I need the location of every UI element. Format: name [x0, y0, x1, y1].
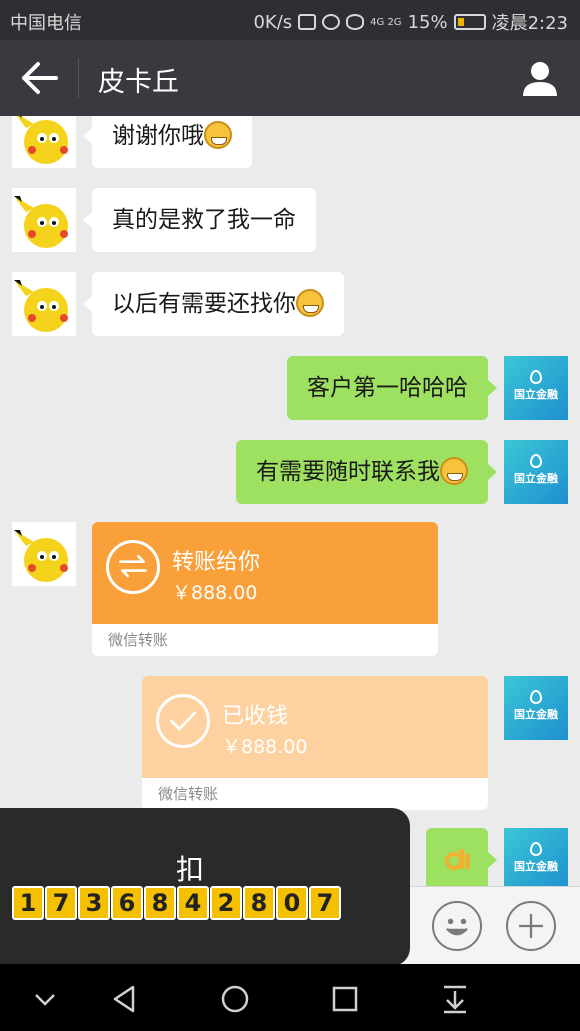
- network-speed: 0K/s: [253, 11, 293, 33]
- message-text: 谢谢你哦: [112, 123, 204, 149]
- digit: 3: [78, 886, 110, 920]
- profile-icon[interactable]: [520, 58, 560, 98]
- transfer-card-body: 已收钱 ￥888.00: [142, 676, 488, 778]
- grin-emoji-icon: [204, 121, 232, 149]
- navigation-bar: [0, 964, 580, 1031]
- transfer-card-body: 转账给你 ￥888.00: [92, 522, 438, 624]
- plus-button[interactable]: [506, 901, 556, 951]
- carrier-label: 中国电信: [10, 13, 82, 34]
- eye-icon: [346, 14, 365, 30]
- pikachu-avatar[interactable]: [12, 272, 76, 336]
- battery-icon: [453, 14, 486, 30]
- digit: 2: [210, 886, 242, 920]
- battery-percent: 15%: [407, 11, 448, 33]
- bank-logo-text: 国立金融: [514, 472, 558, 485]
- overlay-card: 扣 1 7 3 6 8 4 2 8 0 7: [0, 808, 410, 966]
- message-text: 以后有需要还找你: [112, 291, 296, 317]
- check-circle-icon: [156, 694, 210, 748]
- drop-icon: [530, 690, 542, 704]
- home-nav-icon[interactable]: [218, 982, 252, 1016]
- bank-avatar[interactable]: 国立金融: [504, 356, 568, 420]
- message-bubble[interactable]: 真的是救了我一命: [83, 188, 316, 252]
- digit: 7: [45, 886, 77, 920]
- back-arrow-icon[interactable]: [20, 60, 60, 96]
- drop-icon: [530, 842, 542, 856]
- message-bubble[interactable]: 以后有需要还找你: [83, 272, 344, 336]
- digit: 4: [177, 886, 209, 920]
- message-bubble-self[interactable]: 客户第一哈哈哈: [287, 356, 497, 420]
- transfer-title: 转账给你: [172, 550, 261, 575]
- digit-row: 1 7 3 6 8 4 2 8 0 7: [12, 886, 341, 920]
- back-nav-icon[interactable]: [108, 982, 142, 1016]
- transfer-received-card[interactable]: 已收钱 ￥888.00 微信转账: [142, 676, 488, 810]
- pikachu-avatar[interactable]: [12, 188, 76, 252]
- header-divider: [78, 58, 79, 98]
- alarm-icon: [322, 14, 341, 30]
- transfer-footer: 微信转账: [158, 785, 219, 803]
- chat-area[interactable]: 谢谢你哦 真的是救了我一命 以后有需要还找你 客户第一哈哈哈 国立金融 有需要随…: [0, 116, 580, 886]
- drop-icon: [530, 454, 542, 468]
- message-bubble-self[interactable]: [426, 828, 497, 886]
- transfer-amount: ￥888.00: [172, 582, 258, 604]
- recents-nav-icon[interactable]: [328, 982, 362, 1016]
- pikachu-avatar[interactable]: [12, 522, 76, 586]
- thinking-emoji-icon: [296, 289, 324, 317]
- message-text: 有需要随时联系我: [256, 459, 440, 485]
- message-bubble[interactable]: 谢谢你哦: [83, 116, 252, 168]
- bank-avatar[interactable]: 国立金融: [504, 440, 568, 504]
- network-type: 4G 2G: [370, 16, 402, 28]
- bank-logo-text: 国立金融: [514, 708, 558, 721]
- digit: 7: [309, 886, 341, 920]
- message-text: 客户第一哈哈哈: [307, 375, 468, 401]
- message-text: 真的是救了我一命: [112, 207, 296, 233]
- drop-icon: [530, 370, 542, 384]
- transfer-card[interactable]: 转账给你 ￥888.00 微信转账: [92, 522, 438, 656]
- chat-title: 皮卡丘: [98, 67, 179, 98]
- emoji-button[interactable]: [432, 901, 482, 951]
- transfer-amount: ￥888.00: [222, 736, 308, 758]
- digit: 8: [243, 886, 275, 920]
- digit: 0: [276, 886, 308, 920]
- clock: 凌晨2:23: [491, 13, 568, 34]
- bank-avatar[interactable]: 国立金融: [504, 828, 568, 886]
- transfer-arrows-icon: [106, 540, 160, 594]
- bank-logo-text: 国立金融: [514, 388, 558, 401]
- status-bar: 中国电信 0K/s 4G 2G 15% 凌晨2:23: [0, 0, 580, 40]
- digit: 6: [111, 886, 143, 920]
- notification-pull-icon[interactable]: [438, 982, 472, 1016]
- overlay-character: 扣: [176, 853, 205, 886]
- bank-logo-text: 国立金融: [514, 860, 558, 873]
- chat-header: 皮卡丘: [0, 40, 580, 116]
- ok-hand-emoji-icon: [445, 849, 470, 870]
- digit: 8: [144, 886, 176, 920]
- digit: 1: [12, 886, 44, 920]
- grin-emoji-icon: [440, 457, 468, 485]
- message-bubble-self[interactable]: 有需要随时联系我: [236, 440, 497, 504]
- status-right: 0K/s 4G 2G 15% 凌晨2:23: [253, 9, 568, 35]
- transfer-title: 已收钱: [222, 704, 289, 729]
- transfer-footer: 微信转账: [108, 631, 169, 649]
- bank-avatar[interactable]: 国立金融: [504, 676, 568, 740]
- hide-keyboard-icon[interactable]: [28, 982, 62, 1016]
- vibrate-icon: [298, 14, 317, 30]
- pikachu-avatar[interactable]: [12, 116, 76, 168]
